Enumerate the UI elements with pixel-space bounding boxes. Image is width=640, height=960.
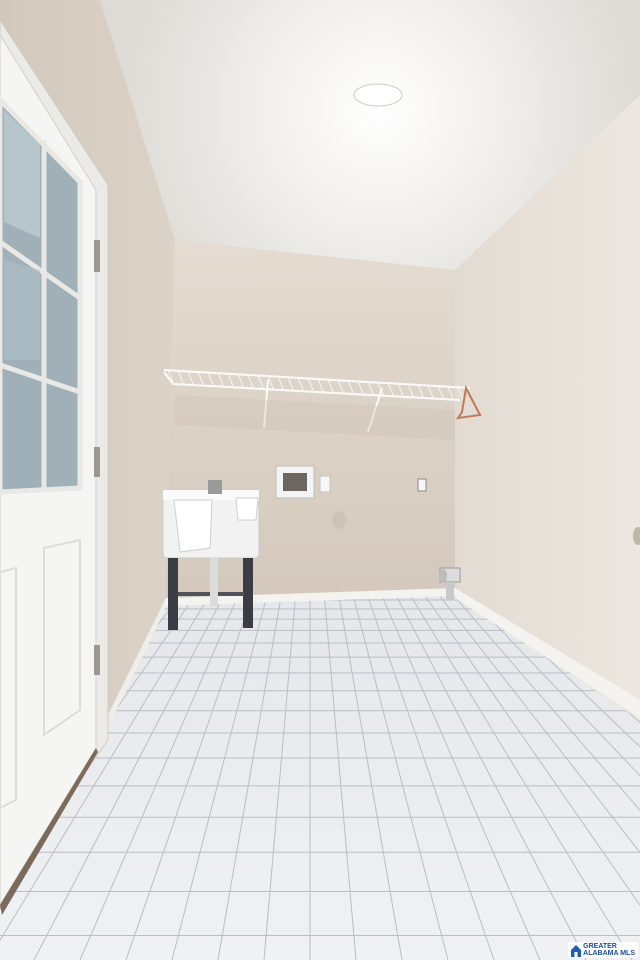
door-hinge-top — [94, 240, 100, 272]
dryer-outlet — [417, 478, 427, 492]
washer-outlet-box — [275, 465, 315, 499]
watermark-line-1: GREATER — [583, 943, 617, 950]
house-logo-icon — [571, 944, 582, 957]
watermark-text: GREATER ALABAMA MLS — [583, 943, 635, 957]
wall-patch — [332, 511, 346, 529]
ceiling-light — [353, 83, 403, 107]
watermark-line-2: ALABAMA MLS — [583, 950, 635, 957]
room-illustration — [0, 0, 640, 960]
door-hinge-bottom — [94, 645, 100, 675]
laundry-room-photo: GREATER ALABAMA MLS — [0, 0, 640, 960]
mls-watermark: GREATER ALABAMA MLS — [568, 942, 638, 958]
door-hinge-middle — [94, 447, 100, 477]
light-switch — [319, 475, 331, 493]
